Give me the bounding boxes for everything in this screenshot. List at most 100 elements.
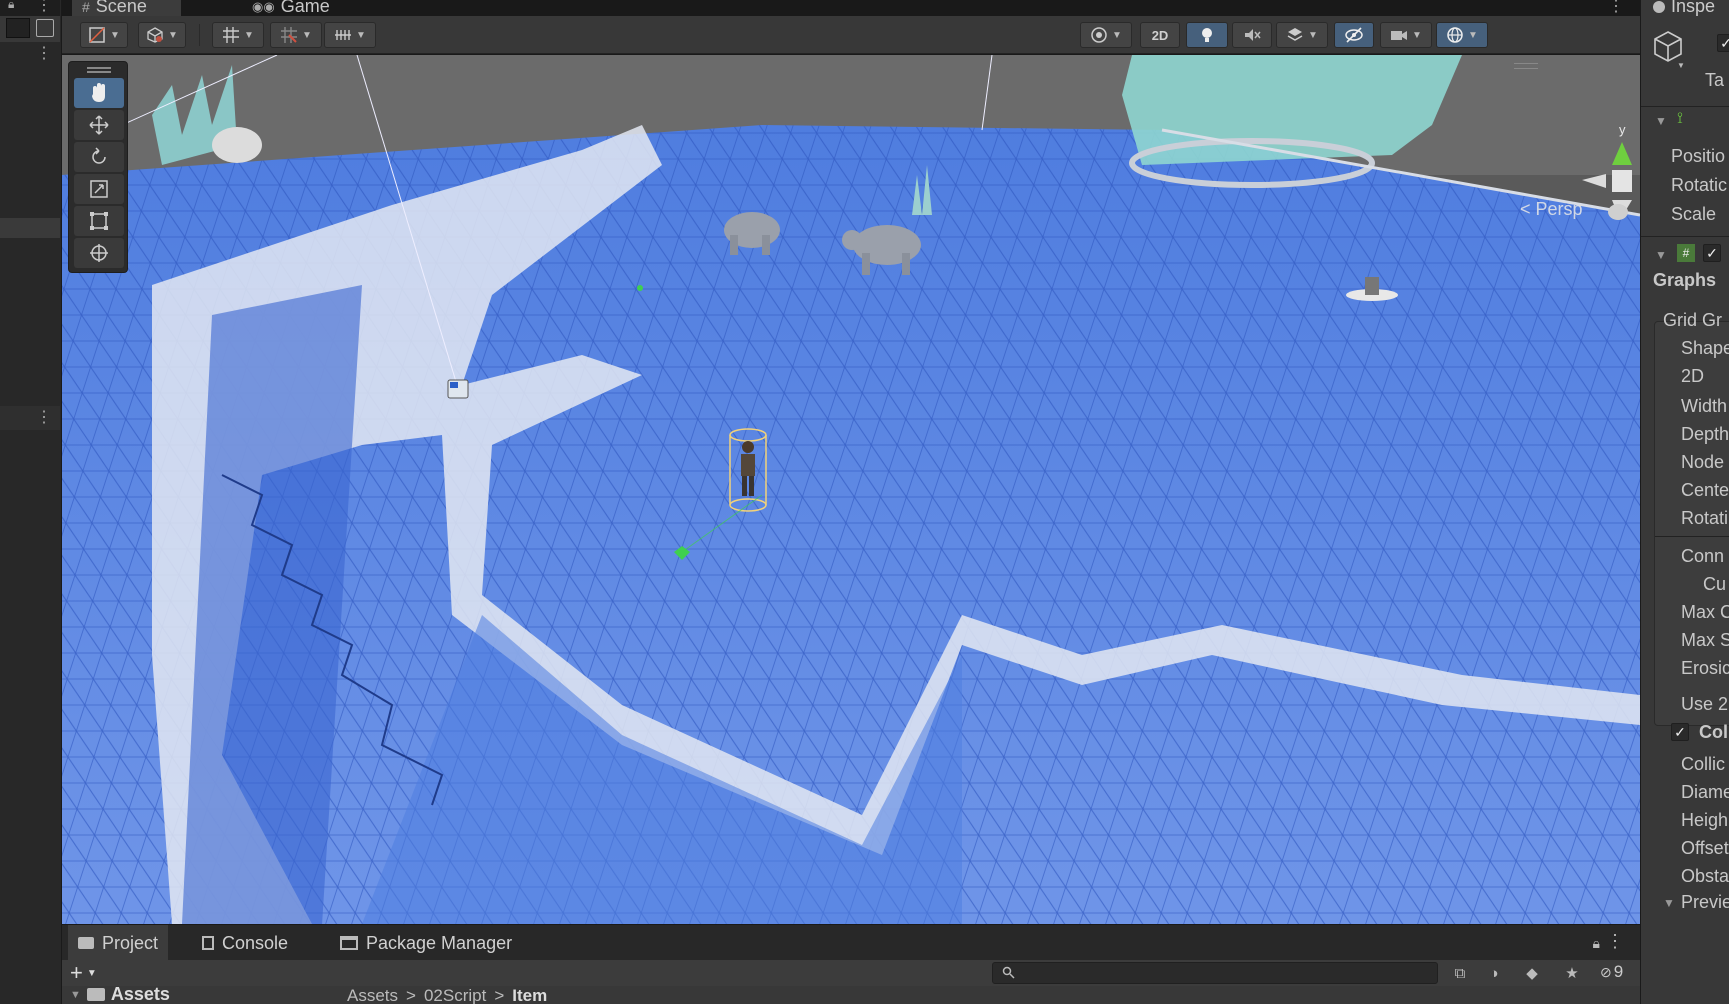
breadcrumb-item[interactable]: Item — [512, 986, 547, 1004]
chevron-down-icon: ▼ — [1112, 29, 1122, 41]
component-title: Graphs — [1653, 270, 1717, 290]
divider — [1641, 106, 1729, 107]
filter-by-label-icon[interactable]: ◆ — [1520, 963, 1544, 983]
transform-icon — [90, 244, 108, 262]
lighting-toggle[interactable] — [1186, 22, 1228, 48]
effects-dropdown[interactable]: ▼ — [1276, 22, 1328, 48]
tab-scene[interactable]: # Scene — [72, 0, 181, 16]
lock-icon[interactable]: 🔒︎ — [1593, 935, 1600, 952]
perspective-label[interactable]: < Persp — [1520, 199, 1583, 220]
increment-snapping-dropdown[interactable]: ▼ — [324, 22, 376, 48]
collision-testing-checkbox[interactable]: ✓ — [1671, 723, 1689, 741]
tab-game[interactable]: ◉◉ Game — [242, 0, 340, 16]
component-enabled-checkbox[interactable]: ✓ — [1703, 244, 1721, 262]
camera-object[interactable] — [447, 379, 469, 399]
camera-icon — [1391, 31, 1408, 40]
breadcrumb: Assets > 02Script > Item — [347, 986, 547, 1004]
hidden-count: 9 — [1613, 962, 1624, 981]
gamepad-icon: ◉◉ — [252, 0, 275, 14]
lock-icon[interactable]: 🔒︎ — [8, 0, 14, 12]
maximize-icon[interactable] — [36, 19, 54, 37]
chevron-down-icon[interactable]: ▼ — [1655, 248, 1667, 262]
breadcrumb-separator: > — [494, 986, 505, 1004]
layers-icon — [1287, 28, 1303, 41]
toggle-2d-button[interactable]: 2D — [1140, 22, 1180, 48]
chevron-down-icon: ▼ — [356, 29, 366, 41]
breadcrumb-item[interactable]: Assets — [347, 986, 398, 1004]
move-tool-button[interactable] — [74, 110, 124, 140]
gameobject-cube-icon: ▼ — [1654, 31, 1685, 68]
rotate-tool-button[interactable] — [74, 142, 124, 172]
camera-dropdown[interactable]: ▼ — [1380, 22, 1432, 48]
chevron-down-icon: ▼ — [1308, 29, 1318, 41]
tab-package-manager[interactable]: Package Manager — [330, 925, 522, 961]
transform-icon: ⟟ — [1677, 110, 1683, 127]
filter-by-type-icon[interactable]: ◑ — [1482, 963, 1506, 983]
rect-tool-button[interactable] — [74, 206, 124, 236]
hidden-packages-toggle[interactable]: ⊘ 9 — [1600, 962, 1623, 982]
cube-icon — [147, 27, 163, 43]
scene-visibility-toggle[interactable] — [1334, 22, 1374, 48]
create-asset-button[interactable]: + ▼ — [70, 960, 97, 986]
hand-icon — [92, 83, 105, 102]
gizmo-neg-x-axis[interactable] — [1582, 174, 1606, 188]
breadcrumb-separator: > — [406, 986, 416, 1004]
overlay-drag-handle[interactable] — [1514, 63, 1538, 69]
rotate-icon — [92, 147, 106, 164]
orientation-dropdown[interactable]: ▼ — [1080, 22, 1132, 48]
shape-label: Shape — [1681, 338, 1729, 358]
scale-tool-button[interactable] — [74, 174, 124, 204]
tab-scene-label: Scene — [95, 0, 147, 16]
scale-icon — [90, 180, 108, 198]
gizmo-y-axis[interactable] — [1612, 142, 1632, 165]
chevron-down-icon[interactable]: ▼ — [1663, 896, 1675, 910]
chevron-down-icon[interactable]: ▼ — [1655, 114, 1667, 128]
connections-label: Conn — [1681, 546, 1725, 566]
transform-tool-button[interactable] — [74, 238, 124, 268]
tab-console[interactable]: Console — [192, 925, 298, 961]
waypoint-marker[interactable] — [637, 285, 643, 291]
hierarchy-panel-edge: 🔒︎ ⋮ ⋮ ⋮ — [0, 0, 62, 1004]
scene-tab-bar: # Scene ◉◉ Game ⋮ — [62, 0, 1640, 16]
orientation-gizmo[interactable]: y x — [1562, 120, 1640, 250]
grid-snapping-dropdown[interactable]: ▼ — [270, 22, 322, 48]
scene-viewport[interactable]: y x — [62, 55, 1640, 924]
kebab-menu-icon[interactable]: ⋮ — [36, 46, 52, 62]
hierarchy-row-selected[interactable] — [0, 218, 60, 238]
kebab-menu-icon[interactable]: ⋮ — [36, 410, 52, 426]
gizmo-y-label: y — [1619, 122, 1626, 137]
chevron-down-icon: ▼ — [302, 29, 312, 41]
preview-label: Previe — [1681, 892, 1729, 912]
snap-increment-icon — [335, 30, 352, 40]
active-checkbox[interactable]: ✓ — [1717, 34, 1729, 52]
hierarchy-search-field[interactable] — [6, 18, 30, 38]
search-by-type-icon[interactable]: ⧉ — [1448, 963, 1472, 983]
width-label: Width — [1681, 396, 1728, 416]
max-slope-label: Max S — [1681, 630, 1729, 650]
two-d-label: 2D — [1681, 366, 1705, 386]
gizmos-dropdown[interactable]: ▼ — [1436, 22, 1488, 48]
gizmo-center-cube[interactable] — [1612, 170, 1632, 192]
project-search-input[interactable] — [992, 962, 1438, 984]
kebab-menu-icon[interactable]: ⋮ — [36, 0, 52, 14]
hand-tool-button[interactable] — [74, 78, 124, 108]
tab-project[interactable]: Project — [68, 925, 169, 961]
kebab-menu-icon[interactable]: ⋮ — [1606, 931, 1624, 952]
folder-icon — [86, 988, 105, 1001]
position-label: Positio — [1671, 146, 1726, 166]
kebab-menu-icon[interactable]: ⋮ — [1608, 0, 1624, 16]
tools-overlay — [68, 61, 128, 273]
audio-toggle[interactable] — [1232, 22, 1272, 48]
tab-inspector[interactable]: Inspe — [1653, 0, 1715, 17]
chevron-down-icon: ▼ — [168, 29, 178, 41]
assets-folder-item[interactable]: ▼ Assets — [70, 984, 170, 1004]
grid-graph-label: Grid Gr — [1663, 310, 1723, 330]
overlay-grip[interactable] — [87, 67, 111, 73]
draw-mode-dropdown[interactable]: ▼ — [80, 22, 128, 48]
favorites-star-icon[interactable]: ★ — [1560, 963, 1584, 983]
grid-visibility-dropdown[interactable]: ▼ — [212, 22, 264, 48]
divider — [1641, 236, 1729, 237]
obstacle-layer-label: Obsta — [1681, 866, 1729, 886]
shading-dropdown[interactable]: ▼ — [138, 22, 186, 48]
breadcrumb-item[interactable]: 02Script — [424, 986, 486, 1004]
